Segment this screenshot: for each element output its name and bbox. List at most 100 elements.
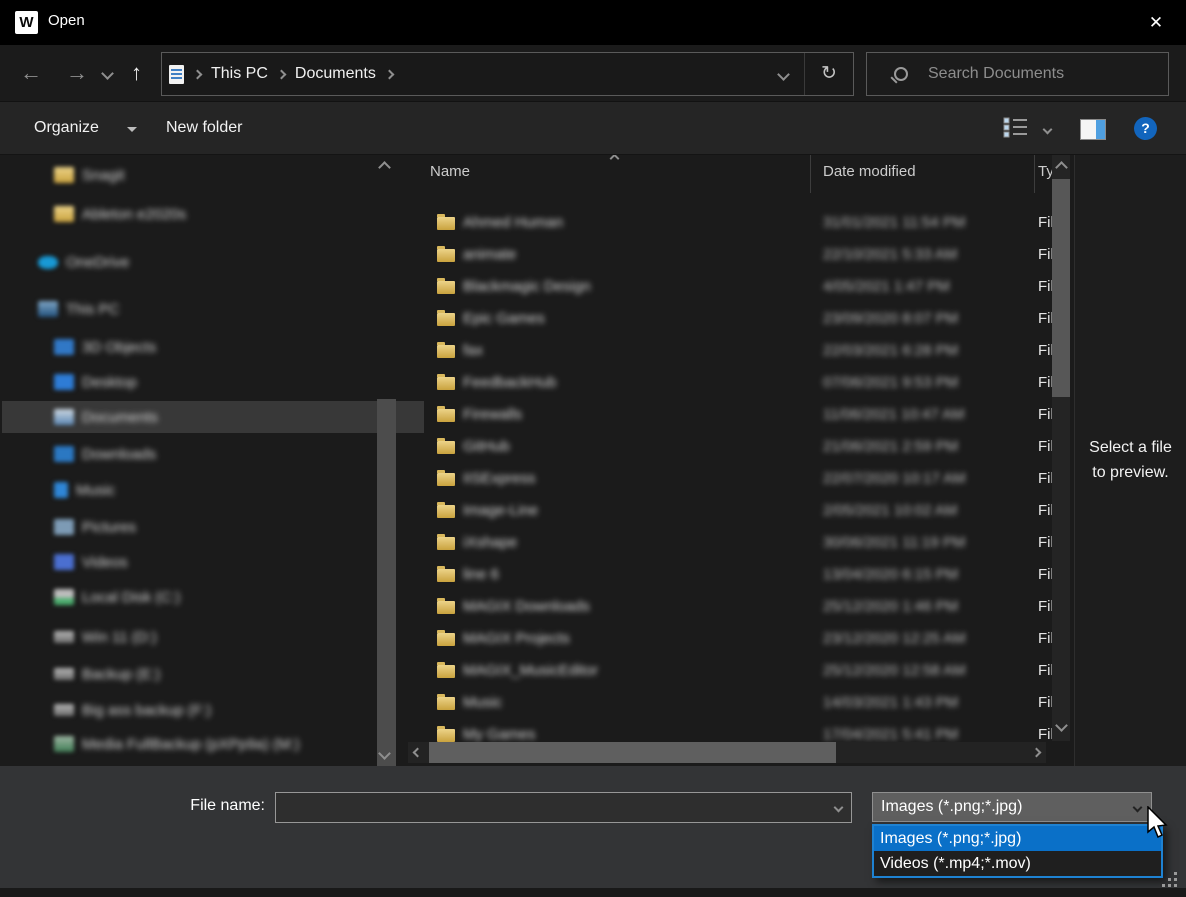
sidebar-item-onedrive[interactable]: OneDrive [2,246,408,278]
close-icon[interactable]: ✕ [1142,9,1170,37]
file-type-option[interactable]: Images (*.png;*.jpg) [874,826,1161,851]
help-icon[interactable]: ? [1134,117,1157,140]
computer-icon [38,301,58,317]
breadcrumb-this-pc[interactable]: This PC [211,65,268,83]
folder-icon [437,281,455,294]
file-type-option[interactable]: Videos (*.mp4;*.mov) [874,851,1161,876]
sidebar-item-label: This PC [66,301,119,318]
preview-pane-toggle-icon[interactable] [1080,119,1106,140]
sidebar-item-local-disk-c-[interactable]: Local Disk (C:) [2,581,424,613]
column-header-date-modified[interactable]: Date modified [823,163,916,180]
type-cell: File folder [1038,630,1052,647]
horizontal-scrollbar-track[interactable] [408,742,1046,763]
forward-button[interactable]: → [66,45,88,101]
disk-drive-icon [54,631,74,643]
sidebar-item-big-ass-backup-f-[interactable]: Big ass backup (F:) [2,694,424,726]
sidebar-item-3d-objects[interactable]: 3D Objects [2,331,424,363]
file-row[interactable]: MAGIX_MusicEditor 25/12/2020 12:58 AM Fi… [408,656,1052,688]
file-row[interactable]: animate 22/10/2021 5:33 AM File folder [408,240,1052,272]
sidebar-item-desktop[interactable]: Desktop [2,366,424,398]
sidebar-item-music[interactable]: Music [2,474,424,506]
file-row[interactable]: fax 22/03/2021 6:28 PM File folder [408,336,1052,368]
sidebar-item-label: Big ass backup (F:) [82,702,211,719]
date-modified-cell: 17/04/2021 5:41 PM [823,726,958,743]
breadcrumb-chevron-icon [193,69,203,79]
folder-icon [437,409,455,422]
disk-drive-icon [54,704,74,716]
refresh-button[interactable]: ↻ [805,53,853,95]
file-name-cell: MAGIX_MusicEditor [463,662,598,679]
folder-icon [437,537,455,550]
search-box[interactable] [866,52,1169,96]
type-cell: File folder [1038,278,1052,295]
folder-icon [437,729,455,742]
sidebar-item-pictures[interactable]: Pictures [2,511,424,543]
file-row[interactable]: Image-Line 2/05/2021 10:02 AM File folde… [408,496,1052,528]
sidebar-item-label: Documents [82,409,158,426]
file-list: Name Date modified Type Ahmed Human 31/0… [408,155,1052,766]
sidebar-item-videos[interactable]: Videos [2,546,424,578]
dialog-content: Snagit Ableton e2020s OneDrive This PC 3… [0,155,1186,766]
list-scrollbar-thumb[interactable] [1052,179,1070,397]
word-app-icon: W [15,11,38,34]
history-dropdown-icon[interactable] [101,67,114,80]
organize-button[interactable]: Organize [34,102,99,154]
sidebar-item-downloads[interactable]: Downloads [2,438,424,470]
file-row[interactable]: FeedbackHub 07/06/2021 9:53 PM File fold… [408,368,1052,400]
scroll-left-icon[interactable] [413,748,423,758]
file-type-combobox[interactable]: Images (*.png;*.jpg) [872,792,1152,822]
folder-icon [437,473,455,486]
file-row[interactable]: Firewalls 11/06/2021 10:47 AM File folde… [408,400,1052,432]
address-dropdown-button[interactable] [762,53,804,95]
sidebar-item-documents[interactable]: Documents [2,401,424,433]
disk-drive-c-icon [54,589,74,605]
sidebar-item-label: Local Disk (C:) [82,589,180,606]
new-folder-button[interactable]: New folder [166,102,242,154]
date-modified-cell: 11/06/2021 10:47 AM [823,406,965,423]
column-divider[interactable] [810,155,811,193]
file-row[interactable]: Ahmed Human 31/01/2021 11:54 PM File fol… [408,208,1052,240]
folder-icon [437,569,455,582]
back-button[interactable]: ← [20,45,42,101]
sidebar-item-backup-e-[interactable]: Backup (E:) [2,658,424,690]
file-row[interactable]: iXshape 30/06/2021 11:19 PM File folder [408,528,1052,560]
file-row[interactable]: Blackmagic Design 4/05/2021 1:47 PM File… [408,272,1052,304]
sidebar-item-label: Pictures [82,519,136,536]
column-header-type[interactable]: Type [1038,163,1052,180]
file-row[interactable]: MAGIX Downloads 25/12/2020 1:46 PM File … [408,592,1052,624]
file-row[interactable]: Music 14/03/2021 1:43 PM File folder [408,688,1052,720]
file-name-input[interactable] [280,795,829,822]
search-icon [894,67,908,81]
column-header-name[interactable]: Name [430,163,470,180]
address-bar[interactable]: This PC Documents ↻ [161,52,854,96]
sidebar-item-label: Music [76,482,115,499]
sidebar-item-label: OneDrive [66,254,129,271]
scroll-right-icon[interactable] [1032,748,1042,758]
file-row[interactable]: line 6 13/04/2020 6:15 PM File folder [408,560,1052,592]
disk-drive-icon [54,668,74,680]
horizontal-scrollbar-thumb[interactable] [429,742,836,763]
breadcrumb-documents[interactable]: Documents [295,65,376,83]
sidebar-item-this-pc[interactable]: This PC [2,293,408,325]
file-name-combobox[interactable] [275,792,852,823]
file-row[interactable]: MAGIX Projects 23/12/2020 12:25 AM File … [408,624,1052,656]
file-row[interactable]: GitHub 21/06/2021 2:59 PM File folder [408,432,1052,464]
type-cell: File folder [1038,694,1052,711]
file-name-cell: Ahmed Human [463,214,563,231]
sidebar-item-ableton-e2020s[interactable]: Ableton e2020s [2,198,424,230]
up-button[interactable]: ↑ [131,45,142,101]
file-row[interactable]: IISExpress 22/07/2020 10:17 AM File fold… [408,464,1052,496]
sidebar-item-win-11-d-[interactable]: Win 11 (D:) [2,621,424,653]
type-cell: File folder [1038,662,1052,679]
music-icon [54,482,68,498]
type-cell: File folder [1038,310,1052,327]
folder-icon [437,505,455,518]
search-input[interactable] [926,64,1168,84]
column-divider[interactable] [1034,155,1035,193]
sidebar-item-media-fullbackup-pxpp9a-m-[interactable]: Media FullBackup (pXPp9a) (M:) [2,728,424,760]
sidebar-item-snagit[interactable]: Snagit [2,159,424,191]
details-view-icon[interactable] [1003,117,1029,139]
file-row[interactable]: Epic Games 23/09/2020 8:07 PM File folde… [408,304,1052,336]
view-dropdown-icon[interactable] [1043,125,1053,135]
type-cell: File folder [1038,502,1052,519]
